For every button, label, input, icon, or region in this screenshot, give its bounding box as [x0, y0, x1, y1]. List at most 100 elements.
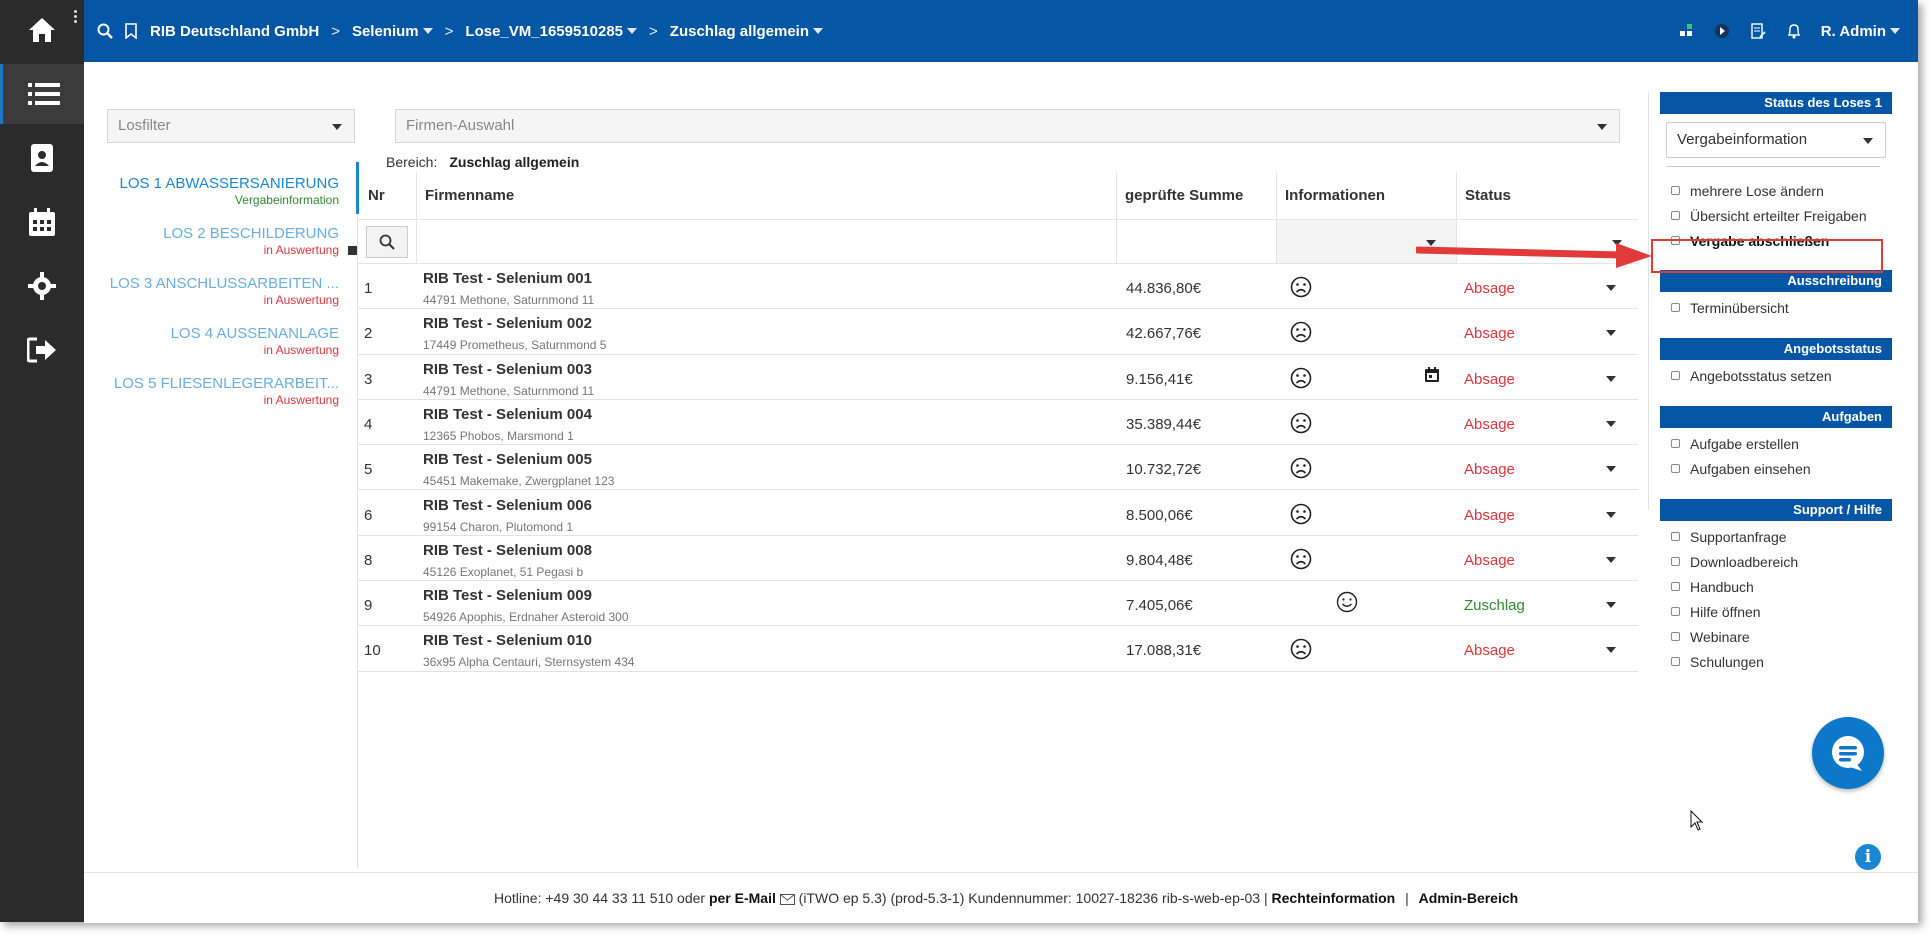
chevron-down-icon[interactable]: [1606, 556, 1616, 563]
breadcrumb-lose[interactable]: Lose_VM_1659510285: [465, 23, 638, 40]
footer-admin-link[interactable]: Admin-Bereich: [1419, 890, 1519, 906]
col-header-summe[interactable]: geprüfte Summe: [1116, 172, 1276, 219]
link-schulungen[interactable]: Schulungen: [1660, 650, 1892, 675]
link-uebersicht-freigaben[interactable]: Übersicht erteilter Freigaben: [1660, 204, 1892, 229]
document-edit-icon[interactable]: [1749, 22, 1767, 40]
chevron-down-icon[interactable]: [1606, 602, 1616, 609]
link-hilfe-oeffnen[interactable]: Hilfe öffnen: [1660, 600, 1892, 625]
table-row[interactable]: 4 RIB Test - Selenium 004 12365 Phobos, Ma…: [358, 400, 1638, 446]
link-aufgaben-einsehen[interactable]: Aufgaben einsehen: [1660, 457, 1892, 482]
sad-face-icon[interactable]: [1290, 412, 1312, 434]
sad-face-icon[interactable]: [1290, 548, 1312, 570]
breadcrumb-company[interactable]: RIB Deutschland GmbH: [150, 23, 319, 40]
apps-icon[interactable]: [1677, 22, 1695, 40]
home-icon[interactable]: [0, 0, 84, 60]
firm-name[interactable]: RIB Test - Selenium 006: [423, 497, 592, 514]
chevron-down-icon[interactable]: [1606, 466, 1616, 473]
chevron-down-icon[interactable]: [1606, 375, 1616, 382]
footer-rechteinformation-link[interactable]: Rechteinformation: [1272, 890, 1396, 906]
sad-face-icon[interactable]: [1290, 503, 1312, 525]
sad-face-icon[interactable]: [1290, 321, 1312, 343]
gear-icon[interactable]: [0, 256, 84, 316]
bookmark-icon[interactable]: [122, 22, 140, 40]
firm-address: 99154 Charon, Plutomond 1: [423, 519, 574, 534]
status-cell[interactable]: Absage: [1456, 626, 1638, 670]
summe-filter-input[interactable]: [1116, 220, 1276, 263]
col-header-informationen[interactable]: Informationen: [1276, 172, 1456, 219]
col-header-nr[interactable]: Nr: [368, 172, 385, 219]
link-handbuch[interactable]: Handbuch: [1660, 575, 1892, 600]
chevron-down-icon[interactable]: [1606, 330, 1616, 337]
los-item-5[interactable]: LOS 5 FLIESENLEGERARBEIT... in Auswertung: [107, 375, 357, 407]
firm-name[interactable]: RIB Test - Selenium 003: [423, 361, 592, 378]
header-label: Firmenname: [425, 187, 515, 204]
status-cell[interactable]: Absage: [1456, 355, 1638, 399]
calendar-icon[interactable]: [1424, 366, 1440, 383]
link-webinare[interactable]: Webinare: [1660, 625, 1892, 650]
firmenname-filter-input[interactable]: [416, 220, 972, 263]
footer-email-link[interactable]: per E-Mail: [709, 890, 776, 906]
chevron-down-icon[interactable]: [1606, 285, 1616, 291]
status-cell[interactable]: Absage: [1456, 264, 1638, 308]
link-aufgabe-erstellen[interactable]: Aufgabe erstellen: [1660, 432, 1892, 457]
table-row[interactable]: 6 RIB Test - Selenium 006 99154 Charon, Pl…: [358, 491, 1638, 536]
table-search-button[interactable]: [366, 226, 408, 258]
link-angebotsstatus-setzen[interactable]: Angebotsstatus setzen: [1660, 364, 1892, 389]
los-item-3[interactable]: LOS 3 ANSCHLUSSARBEITEN ... in Auswertung: [107, 275, 357, 307]
sad-face-icon[interactable]: [1290, 367, 1312, 389]
sad-face-icon[interactable]: [1290, 457, 1312, 479]
status-cell[interactable]: Absage: [1456, 400, 1638, 444]
forward-icon[interactable]: [1713, 22, 1731, 40]
firmen-auswahl-select[interactable]: Firmen-Auswahl: [395, 109, 1620, 143]
status-cell[interactable]: Zuschlag: [1456, 581, 1638, 625]
los-status-select[interactable]: Vergabeinformation: [1666, 122, 1886, 158]
table-row[interactable]: 3 RIB Test - Selenium 003 44791 Methone, S…: [358, 355, 1638, 400]
table-row[interactable]: 1 RIB Test - Selenium 001 44791 Methone, S…: [358, 264, 1638, 310]
link-terminuebersicht[interactable]: Terminübersicht: [1660, 296, 1892, 321]
link-downloadbereich[interactable]: Downloadbereich: [1660, 550, 1892, 575]
table-row[interactable]: 5 RIB Test - Selenium 005 45451 Makemake, …: [358, 445, 1638, 491]
firm-name[interactable]: RIB Test - Selenium 004: [423, 406, 592, 423]
table-row[interactable]: 10 RIB Test - Selenium 010 36x95 Alpha Cen…: [358, 626, 1638, 672]
chevron-down-icon[interactable]: [1606, 420, 1616, 427]
happy-face-icon[interactable]: [1336, 591, 1358, 613]
sad-face-icon[interactable]: [1290, 276, 1312, 298]
summe-cell: 7.405,06€: [1116, 581, 1276, 625]
los-status: in Auswertung: [263, 393, 339, 407]
status-cell[interactable]: Absage: [1456, 445, 1638, 489]
address-book-icon[interactable]: [0, 128, 84, 188]
los-item-4[interactable]: LOS 4 AUSSENANLAGE in Auswertung: [107, 325, 357, 357]
firm-name[interactable]: RIB Test - Selenium 001: [423, 270, 592, 287]
table-row[interactable]: 9 RIB Test - Selenium 009 54926 Apophis, E…: [358, 581, 1638, 627]
sad-face-icon[interactable]: [1290, 638, 1312, 660]
search-icon[interactable]: [96, 22, 114, 40]
col-header-firmenname[interactable]: Firmenname: [416, 172, 972, 219]
firm-name[interactable]: RIB Test - Selenium 002: [423, 315, 592, 332]
status-cell[interactable]: Absage: [1456, 491, 1638, 535]
list-icon[interactable]: [0, 64, 84, 124]
firm-name[interactable]: RIB Test - Selenium 009: [423, 587, 592, 604]
firm-name[interactable]: RIB Test - Selenium 005: [423, 451, 592, 468]
logout-icon[interactable]: [0, 320, 84, 380]
info-icon[interactable]: i: [1855, 844, 1881, 870]
status-cell[interactable]: Absage: [1456, 309, 1638, 353]
link-mehrere-lose-aendern[interactable]: mehrere Lose ändern: [1660, 179, 1892, 204]
firm-name[interactable]: RIB Test - Selenium 008: [423, 542, 592, 559]
breadcrumb-project[interactable]: Selenium: [352, 23, 433, 40]
breadcrumb-area[interactable]: Zuschlag allgemein: [670, 23, 824, 40]
losfilter-select[interactable]: Losfilter: [107, 109, 355, 143]
link-supportanfrage[interactable]: Supportanfrage: [1660, 525, 1892, 550]
status-cell[interactable]: Absage: [1456, 536, 1638, 580]
table-row[interactable]: 8 RIB Test - Selenium 008 45126 Exoplanet,…: [358, 536, 1638, 582]
bell-icon[interactable]: [1785, 22, 1803, 40]
table-row[interactable]: 2 RIB Test - Selenium 002 17449 Prometheus…: [358, 309, 1638, 355]
col-header-status[interactable]: Status: [1456, 172, 1638, 219]
chevron-down-icon[interactable]: [1606, 647, 1616, 654]
chat-button[interactable]: [1812, 717, 1884, 789]
los-item-2[interactable]: LOS 2 BESCHILDERUNG in Auswertung: [107, 225, 357, 257]
los-item-1[interactable]: LOS 1 ABWASSERSANIERUNG Vergabeinformatio…: [107, 175, 357, 207]
firm-name[interactable]: RIB Test - Selenium 010: [423, 632, 592, 649]
chevron-down-icon[interactable]: [1606, 511, 1616, 518]
user-menu[interactable]: R. Admin: [1821, 23, 1900, 40]
calendar-icon[interactable]: [0, 192, 84, 252]
